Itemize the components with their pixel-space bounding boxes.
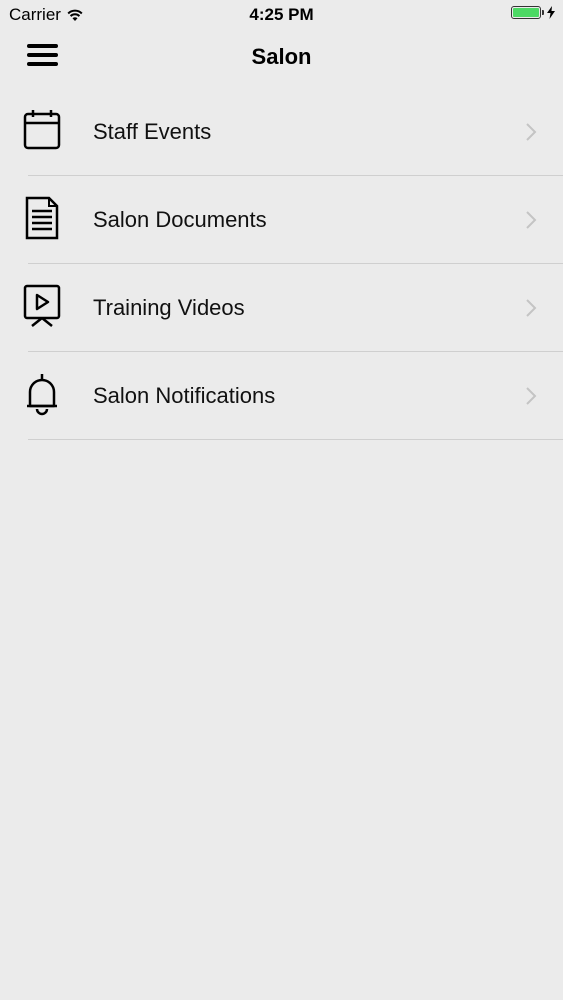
battery-fill: [513, 8, 539, 17]
calendar-icon: [23, 110, 61, 150]
menu-list: Staff Events Salon Documents Training Vi…: [0, 88, 563, 440]
menu-item-label: Training Videos: [93, 295, 245, 320]
menu-item-salon-notifications[interactable]: Salon Notifications: [0, 352, 563, 440]
bell-icon: [27, 374, 57, 416]
battery-icon: [511, 6, 541, 19]
page-title: Salon: [251, 44, 312, 69]
menu-item-training-videos[interactable]: Training Videos: [0, 264, 563, 352]
chevron-right-icon: [526, 211, 537, 229]
battery-tip: [542, 10, 544, 15]
chevron-right-icon: [526, 299, 537, 317]
video-presentation-icon: [23, 284, 61, 327]
menu-item-label: Salon Notifications: [93, 383, 276, 408]
chevron-right-icon: [526, 123, 537, 141]
menu-item-label: Staff Events: [93, 119, 212, 144]
battery-indicator: [511, 6, 555, 19]
menu-item-salon-documents[interactable]: Salon Documents: [0, 176, 563, 264]
document-icon: [25, 196, 59, 240]
menu-item-label: Salon Documents: [93, 207, 267, 232]
menu-item-staff-events[interactable]: Staff Events: [0, 88, 563, 176]
chevron-right-icon: [526, 387, 537, 405]
navigation-bar: Salon: [0, 30, 563, 85]
status-bar: Carrier 4:25 PM: [0, 0, 563, 30]
charging-bolt-icon: [547, 6, 555, 19]
status-time: 4:25 PM: [249, 5, 314, 24]
